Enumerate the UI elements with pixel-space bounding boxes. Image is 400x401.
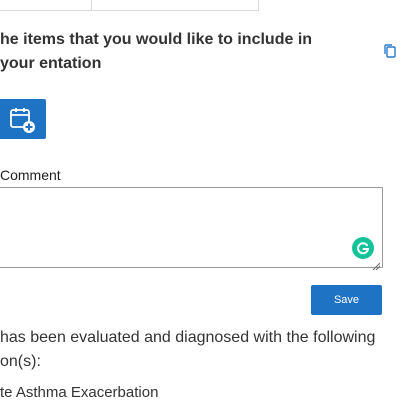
section-heading: he items that you would like to include … [0, 31, 313, 72]
grammarly-icon[interactable] [352, 237, 374, 259]
save-button[interactable]: Save [311, 285, 382, 315]
top-table-divider [91, 0, 92, 10]
resize-handle[interactable] [372, 257, 381, 271]
diagnosis-item: te Asthma Exacerbation [0, 384, 159, 401]
comment-label: Comment [0, 167, 61, 183]
add-calendar-button[interactable] [0, 99, 46, 139]
diagnosis-intro: has been evaluated and diagnosed with th… [0, 329, 376, 370]
calendar-add-icon [10, 108, 35, 133]
comment-textarea[interactable] [0, 187, 383, 268]
copy-icon[interactable] [382, 43, 398, 59]
top-table [0, 0, 259, 11]
